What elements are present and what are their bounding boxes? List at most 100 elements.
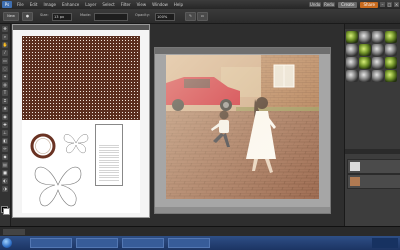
mode-label: Mode: xyxy=(80,13,92,17)
effect-thumb-icon[interactable] xyxy=(346,44,358,56)
effect-thumb-icon[interactable] xyxy=(359,31,371,43)
effect-thumb-icon[interactable] xyxy=(346,31,358,43)
brush-tool-icon[interactable]: ✏ xyxy=(2,146,8,152)
windows-taskbar xyxy=(0,236,400,250)
effect-thumb-icon[interactable] xyxy=(385,70,397,82)
zoom-tool-icon[interactable]: ⌕ xyxy=(2,34,8,40)
start-button-icon[interactable] xyxy=(2,238,12,248)
undo-button[interactable]: Undo xyxy=(309,2,322,7)
new-button[interactable]: New xyxy=(3,12,19,21)
journal-card-lines xyxy=(99,143,119,181)
effect-thumb-icon[interactable] xyxy=(385,57,397,69)
menubar-right: Undo Redo Create Share – □ × xyxy=(308,1,400,8)
document-window-photo xyxy=(154,47,331,214)
magic-wand-tool-icon[interactable]: ✦ xyxy=(2,74,8,80)
menu-image[interactable]: Image xyxy=(40,2,59,7)
document-titlebar[interactable] xyxy=(13,25,149,30)
layer-row-top[interactable] xyxy=(347,159,400,174)
marquee-tool-icon[interactable]: ▭ xyxy=(2,58,8,64)
selection-brush-tool-icon[interactable]: ◍ xyxy=(2,82,8,88)
small-butterfly-outline xyxy=(63,134,89,154)
menu-window[interactable]: Window xyxy=(149,2,171,7)
size-field[interactable]: 13 px xyxy=(52,13,72,21)
tablet-icon[interactable]: ▭ xyxy=(197,12,208,21)
size-label: Size: xyxy=(40,13,49,17)
template-page[interactable] xyxy=(22,36,140,213)
brush-preset-icon[interactable]: ● xyxy=(22,12,33,21)
toolbox: ✥ ⌕ ✋ ⁄ ▭ ◌ ✦ ◍ T ⌗ ♣ ◉ ✚ ⊥ ◧ ✏ ◆ ▤ ■ ◐ … xyxy=(0,24,11,226)
lasso-tool-icon[interactable]: ◌ xyxy=(2,66,8,72)
menu-bar: Ps File Edit Image Enhance Layer Select … xyxy=(0,0,400,9)
cookie-cutter-tool-icon[interactable]: ♣ xyxy=(2,106,8,112)
background-color-swatch[interactable] xyxy=(3,208,10,215)
effect-thumb-icon[interactable] xyxy=(359,57,371,69)
eraser-tool-icon[interactable]: ◧ xyxy=(2,138,8,144)
menu-enhance[interactable]: Enhance xyxy=(59,2,82,7)
document-window-template xyxy=(12,24,150,218)
layers-panel-title[interactable] xyxy=(345,149,400,154)
effect-thumb-icon[interactable] xyxy=(385,31,397,43)
shape-tool-icon[interactable]: ■ xyxy=(2,170,8,176)
circle-label-shape xyxy=(30,133,56,159)
close-icon[interactable]: × xyxy=(394,2,399,7)
menu-view[interactable]: View xyxy=(134,2,150,7)
layers-panel xyxy=(345,149,400,226)
effect-thumb-icon[interactable] xyxy=(359,44,371,56)
layer-thumbnail xyxy=(350,162,360,171)
photo-canvas[interactable] xyxy=(166,55,319,199)
effects-grid xyxy=(345,29,400,84)
photo-statusbar xyxy=(155,207,330,213)
taskbar-item-2[interactable] xyxy=(76,238,118,248)
menu-layer[interactable]: Layer xyxy=(82,2,99,7)
effect-thumb-icon[interactable] xyxy=(359,70,371,82)
blur-tool-icon[interactable]: ◐ xyxy=(2,178,8,184)
hand-tool-icon[interactable]: ✋ xyxy=(2,42,8,48)
taskbar-item-3[interactable] xyxy=(122,238,164,248)
layer-thumbnail xyxy=(350,177,360,186)
eyedropper-tool-icon[interactable]: ⁄ xyxy=(2,50,8,56)
menu-edit[interactable]: Edit xyxy=(27,2,41,7)
effect-thumb-icon[interactable] xyxy=(372,57,384,69)
layer-row-background[interactable] xyxy=(347,174,400,189)
gradient-tool-icon[interactable]: ▤ xyxy=(2,162,8,168)
effect-thumb-icon[interactable] xyxy=(372,70,384,82)
photo-children-playing xyxy=(166,55,319,199)
menu-select[interactable]: Select xyxy=(99,2,117,7)
mode-select[interactable] xyxy=(94,13,128,21)
opacity-field[interactable]: 100% xyxy=(155,13,175,21)
journal-card xyxy=(95,124,123,186)
menu-filter[interactable]: Filter xyxy=(118,2,134,7)
large-butterfly-outline xyxy=(34,166,82,207)
sponge-tool-icon[interactable]: ◑ xyxy=(2,186,8,192)
effect-thumb-icon[interactable] xyxy=(372,44,384,56)
taskbar-item-4[interactable] xyxy=(168,238,210,248)
menu-help[interactable]: Help xyxy=(171,2,186,7)
panel-bin xyxy=(344,24,400,226)
maximize-icon[interactable]: □ xyxy=(387,2,392,7)
move-tool-icon[interactable]: ✥ xyxy=(2,26,8,32)
app-logo: Ps xyxy=(2,1,12,8)
spot-healing-tool-icon[interactable]: ✚ xyxy=(2,122,8,128)
paint-bucket-tool-icon[interactable]: ◆ xyxy=(2,154,8,160)
airbrush-icon[interactable]: ✎ xyxy=(185,12,196,21)
patterned-paper xyxy=(22,36,140,120)
effect-thumb-icon[interactable] xyxy=(385,44,397,56)
effect-thumb-icon[interactable] xyxy=(372,31,384,43)
opacity-label: Opacity: xyxy=(135,13,150,17)
effect-thumb-icon[interactable] xyxy=(346,57,358,69)
effect-thumb-icon[interactable] xyxy=(346,70,358,82)
project-bin-toggle[interactable] xyxy=(3,229,25,235)
redo-button[interactable]: Redo xyxy=(323,2,336,7)
clone-stamp-tool-icon[interactable]: ⊥ xyxy=(2,130,8,136)
minimize-icon[interactable]: – xyxy=(380,2,385,7)
create-button[interactable]: Create xyxy=(338,1,358,8)
type-tool-icon[interactable]: T xyxy=(2,90,8,96)
red-eye-tool-icon[interactable]: ◉ xyxy=(2,114,8,120)
photo-titlebar[interactable] xyxy=(155,48,330,54)
share-button[interactable]: Share xyxy=(360,1,378,8)
menu-file[interactable]: File xyxy=(14,2,27,7)
taskbar-item-1[interactable] xyxy=(30,238,72,248)
crop-tool-icon[interactable]: ⌗ xyxy=(2,98,8,104)
options-bar: New ● Size: 13 px Mode: Opacity: 100% ✎ … xyxy=(0,9,400,24)
system-tray-clock xyxy=(372,238,398,248)
